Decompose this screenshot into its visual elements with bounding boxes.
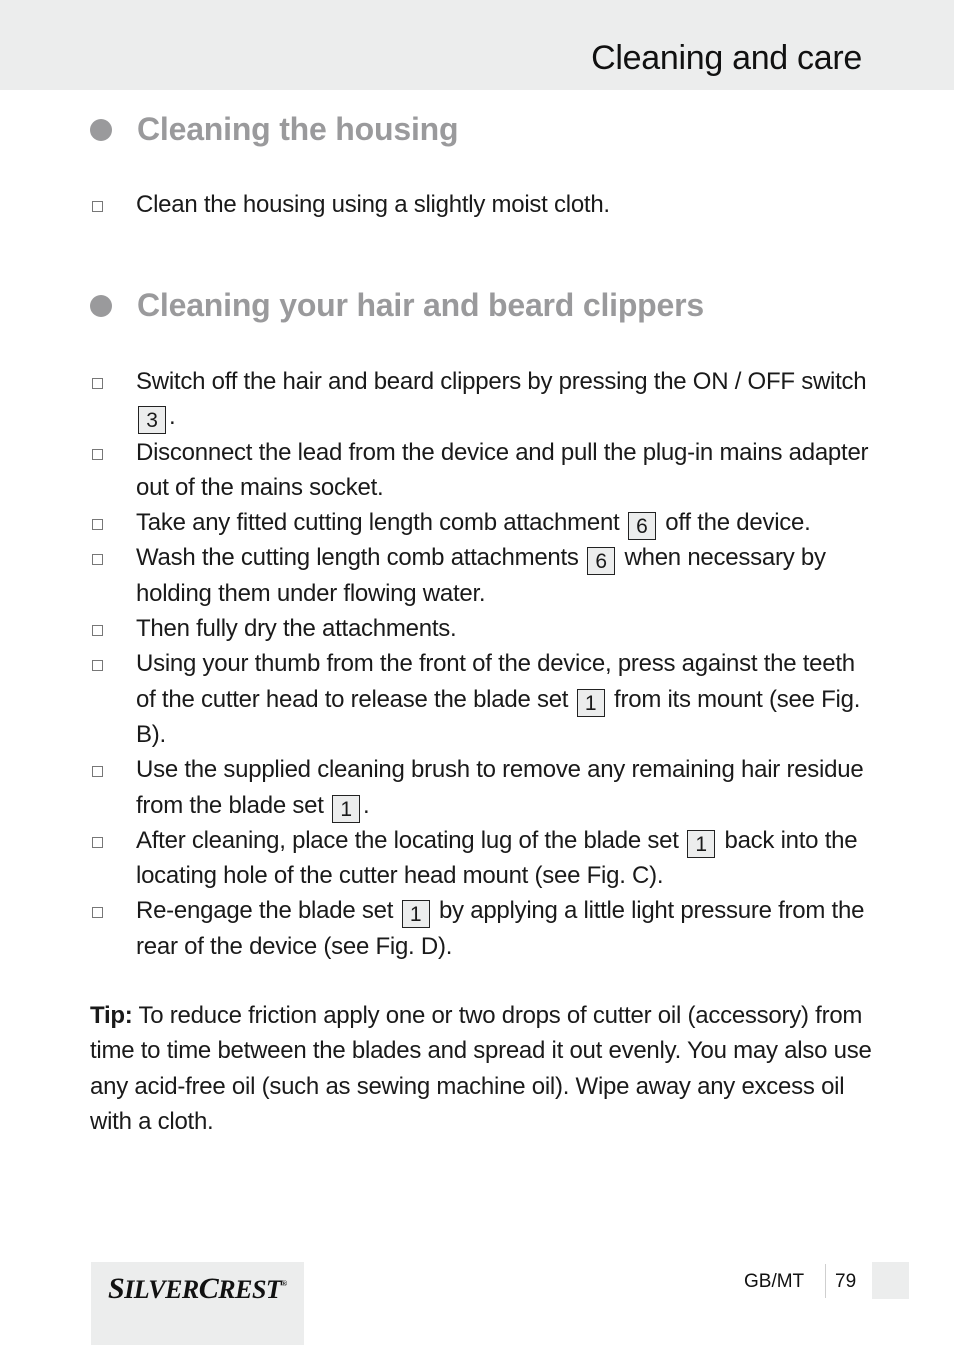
list-item: Switch off the hair and beard clippers b… (90, 364, 870, 435)
part-reference-badge: 6 (587, 547, 616, 576)
list-item-text: Disconnect the lead from the device and … (136, 438, 869, 501)
tip-label: Tip: (90, 1002, 133, 1029)
list-item: Use the supplied cleaning brush to remov… (90, 752, 870, 823)
list-item: Disconnect the lead from the device and … (90, 435, 870, 506)
page-number: 79 (835, 1271, 857, 1292)
checkbox-square-icon (92, 378, 103, 389)
list-item: Then fully dry the attachments. (90, 611, 870, 646)
page-title: Cleaning and care (591, 39, 862, 77)
section-heading-text: Cleaning the housing (137, 111, 459, 147)
logo-part: REST (218, 1275, 282, 1304)
registered-mark: ® (281, 1279, 287, 1288)
logo-letter: S (108, 1272, 125, 1305)
clippers-steps-list: Switch off the hair and beard clippers b… (90, 364, 870, 964)
part-reference-badge: 1 (401, 900, 430, 929)
part-reference-badge: 1 (576, 688, 605, 717)
filled-circle-icon (90, 118, 112, 141)
checkbox-square-icon (92, 554, 103, 566)
tip-text: To reduce friction apply one or two drop… (90, 1002, 872, 1135)
tip-paragraph: Tip: To reduce friction apply one or two… (90, 998, 880, 1139)
list-item-text: Clean the housing using a slightly moist… (136, 191, 610, 218)
checkbox-square-icon (92, 519, 103, 531)
checkbox-square-icon (92, 201, 103, 212)
list-item-text: Switch off the hair and beard clippers b… (136, 368, 867, 395)
section-heading-text: Cleaning your hair and beard clippers (137, 287, 704, 323)
list-item-text: off the device. (658, 509, 811, 537)
footer-divider (825, 1264, 826, 1298)
list-item: After cleaning, place the locating lug o… (90, 823, 870, 894)
part-reference-badge: 3 (138, 406, 166, 435)
list-item: Re-engage the blade set 1 by applying a … (90, 893, 870, 964)
list-item-text: After cleaning, place the locating lug o… (136, 826, 686, 854)
list-item-text: Use the supplied cleaning brush to remov… (136, 756, 864, 819)
list-item-text: Wash the cutting length comb attachments (136, 544, 586, 572)
part-reference-badge: 1 (332, 794, 361, 823)
filled-circle-icon (90, 294, 112, 317)
logo-letter: C (198, 1272, 219, 1305)
list-item: Take any fitted cutting length comb atta… (90, 505, 870, 541)
list-item-text: Then fully dry the attachments. (136, 615, 457, 643)
checkbox-square-icon (92, 766, 103, 778)
list-item-text: Take any fitted cutting length comb atta… (136, 509, 626, 537)
logo-part: ILVER (124, 1275, 199, 1304)
checkbox-square-icon (92, 836, 103, 848)
brand-logo-box: SILVERCREST® (91, 1262, 304, 1345)
checkbox-square-icon (92, 907, 103, 919)
checkbox-square-icon (92, 660, 103, 672)
housing-steps-list: Clean the housing using a slightly moist… (90, 187, 870, 222)
checkbox-square-icon (92, 448, 103, 460)
list-item-text: . (169, 403, 176, 431)
list-item-text: Re-engage the blade set (136, 897, 400, 925)
list-item: Clean the housing using a slightly moist… (90, 187, 870, 222)
list-item: Using your thumb from the front of the d… (90, 646, 870, 752)
footer-language: GB/MT (744, 1271, 805, 1292)
list-item: Wash the cutting length comb attachments… (90, 540, 870, 611)
section-heading-clippers: Cleaning your hair and beard clippers (90, 287, 704, 324)
checkbox-square-icon (92, 625, 103, 637)
brand-logo: SILVERCREST® (108, 1272, 287, 1306)
part-reference-badge: 6 (627, 512, 656, 541)
part-reference-badge: 1 (687, 829, 716, 858)
section-heading-housing: Cleaning the housing (90, 111, 459, 148)
list-item-text: . (363, 791, 370, 819)
page-tab-marker (872, 1262, 909, 1299)
